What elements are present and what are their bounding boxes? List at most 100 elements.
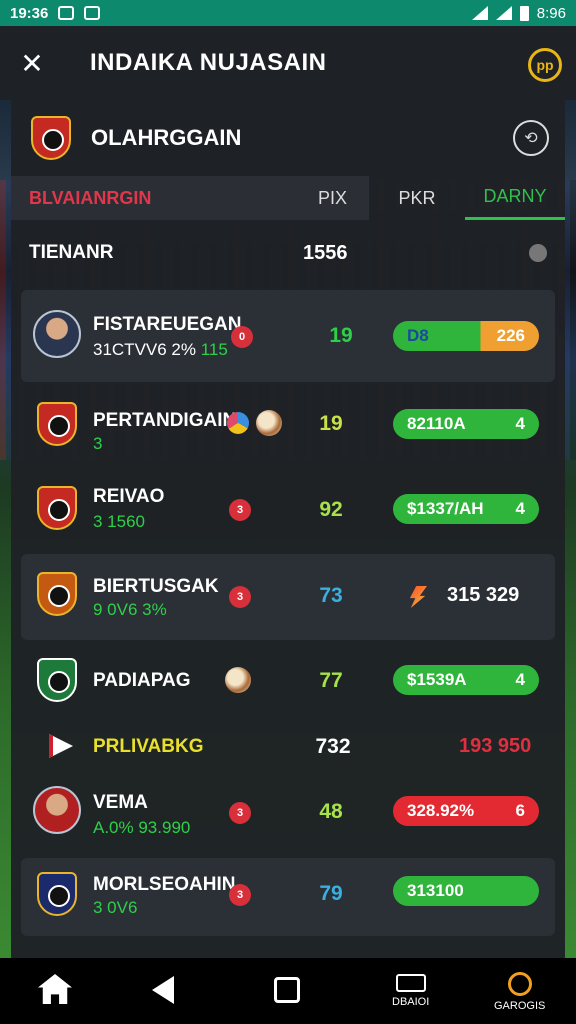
item-name: PADIAPAG <box>93 670 191 691</box>
pill-right: 4 <box>515 670 525 689</box>
item-value: 315 329 <box>447 584 520 606</box>
total-value: 1556 <box>303 241 348 264</box>
item-sub-a: 31CTVV6 2% <box>93 340 201 359</box>
nav-home[interactable] <box>38 974 72 1004</box>
item-score: 73 <box>319 584 343 607</box>
notification-icon <box>58 6 75 20</box>
list-item[interactable]: MORLSEOAHIN 3 0V6 3 79 313100 <box>21 858 555 936</box>
nav-recents[interactable] <box>274 977 300 1003</box>
list-item[interactable]: BIERTUSGAK 9 0V6 3% 3 73 315 329 <box>21 554 555 640</box>
tab-bar: BLVAIANRGIN PIX PKR DARNY <box>11 176 565 220</box>
item-score: 77 <box>319 669 343 692</box>
item-name: PERTANDIGAIN <box>93 410 237 431</box>
stat-pill[interactable]: $1539A 4 <box>393 665 539 695</box>
red-badge: 0 <box>231 326 253 348</box>
nav-games-label: GAROGIS <box>494 1000 546 1012</box>
more-icon[interactable] <box>529 244 547 262</box>
square-icon <box>274 977 300 1003</box>
stat-pill[interactable]: 313100 <box>393 876 539 906</box>
item-sub-b: A.0% 93.990 <box>93 818 191 837</box>
nav-games[interactable]: GAROGIS <box>494 972 545 1012</box>
red-badge: 3 <box>229 802 251 824</box>
globe-icon <box>227 412 249 434</box>
item-name: FISTAREUEGAN <box>93 314 242 335</box>
image-icon <box>84 6 101 20</box>
pill-left: 82110A <box>407 414 466 433</box>
close-icon[interactable]: ✕ <box>0 47 64 80</box>
tab-overview[interactable]: BLVAIANRGIN PIX <box>11 176 369 220</box>
team-crest-icon <box>37 402 77 446</box>
team-crest-icon <box>37 872 77 916</box>
item-sub-b: 3 1560 <box>93 512 145 531</box>
info-icon[interactable]: ⟲ <box>513 120 549 156</box>
item-sub-b: 9 0V6 3% <box>93 600 167 619</box>
item-score: 19 <box>319 412 343 435</box>
team-crest-icon <box>37 572 77 616</box>
red-badge: 3 <box>229 884 251 906</box>
home-icon <box>38 974 72 1004</box>
pill-right: 4 <box>515 499 525 518</box>
item-name: VEMA <box>93 792 148 813</box>
nav-tv[interactable]: DBAIOI <box>392 974 429 1008</box>
top-app-bar: ✕ INDAIKA NUJASAIN pp <box>0 26 576 100</box>
team-header: OLAHRGGAIN ⟲ <box>11 100 565 176</box>
stat-pill[interactable]: $1337/AH 4 <box>393 494 539 524</box>
back-icon <box>152 976 174 1004</box>
team-crest-icon <box>37 486 77 530</box>
action-button[interactable]: pp <box>528 48 562 82</box>
nav-back[interactable] <box>152 976 174 1004</box>
tab-overview-label: BLVAIANRGIN <box>29 187 152 208</box>
avatar <box>33 786 81 834</box>
red-badge: 3 <box>229 586 251 608</box>
total-label: TIENANR <box>29 242 114 263</box>
item-name: PRLIVABKG <box>93 736 204 757</box>
item-sub: 31CTVV6 2% 115 <box>93 340 228 360</box>
pill-right: 226 <box>496 326 525 345</box>
item-score: 732 <box>315 735 351 758</box>
item-name: MORLSEOAHIN <box>93 874 236 895</box>
red-badge: 3 <box>229 499 251 521</box>
stat-pill[interactable]: 82110A 4 <box>393 409 539 439</box>
bottom-nav: DBAIOI GAROGIS <box>0 958 576 1024</box>
team-panel: OLAHRGGAIN ⟲ BLVAIANRGIN PIX PKR DARNY T… <box>11 100 565 960</box>
flame-icon <box>409 586 427 608</box>
team-crest-icon <box>31 116 71 160</box>
pill-left: D8 <box>407 326 429 345</box>
pill-left: $1337/AH <box>407 499 484 518</box>
item-name: REIVAO <box>93 486 165 507</box>
stat-pill[interactable]: D8 226 <box>393 321 539 351</box>
nav-tv-label: DBAIOI <box>392 996 430 1008</box>
list-item[interactable]: REIVAO 3 1560 3 92 $1337/AH 4 <box>11 470 565 554</box>
item-score: 92 <box>319 498 343 521</box>
ring-icon <box>507 972 532 996</box>
item-sub: A.0% 93.990 <box>93 818 190 838</box>
item-score: 48 <box>319 800 343 823</box>
tab-darny[interactable]: DARNY <box>465 176 565 220</box>
list-item[interactable]: PERTANDIGAIN 3 19 82110A 4 <box>11 382 565 470</box>
item-score: 19 <box>329 324 353 347</box>
ball-icon <box>225 667 251 693</box>
page-title: INDAIKA NUJASAIN <box>90 49 327 76</box>
item-value-text: 193 950 <box>459 735 532 757</box>
list-item[interactable]: FISTAREUEGAN 31CTVV6 2% 115 0 19 D8 226 <box>21 290 555 382</box>
stat-pill[interactable]: 328.92% 6 <box>393 796 539 826</box>
signal-icon <box>495 6 512 20</box>
status-time: 19:36 <box>10 4 49 22</box>
item-sub: 3 0V6 <box>93 898 137 918</box>
status-bar: 19:36 8:96 <box>0 0 576 26</box>
item-sub: 9 0V6 3% <box>93 600 167 620</box>
item-value: 193 950 <box>459 735 531 758</box>
item-sub-b: 3 0V6 <box>93 898 138 917</box>
item-sub: 3 <box>93 434 102 454</box>
list-item[interactable]: PRLIVABKG 732 193 950 <box>11 720 565 772</box>
flag-icon <box>49 734 73 758</box>
tab-pix-label[interactable]: PIX <box>318 188 347 209</box>
list-item[interactable]: VEMA A.0% 93.990 3 48 328.92% 6 <box>11 772 565 858</box>
tv-icon <box>395 974 426 992</box>
item-score: 79 <box>319 882 343 905</box>
list-item[interactable]: PADIAPAG 77 $1539A 4 <box>11 640 565 720</box>
battery-icon <box>519 5 529 21</box>
status-right-time: 8:96 <box>536 4 566 22</box>
ball-icon <box>256 410 282 436</box>
tab-pkr[interactable]: PKR <box>369 176 465 220</box>
